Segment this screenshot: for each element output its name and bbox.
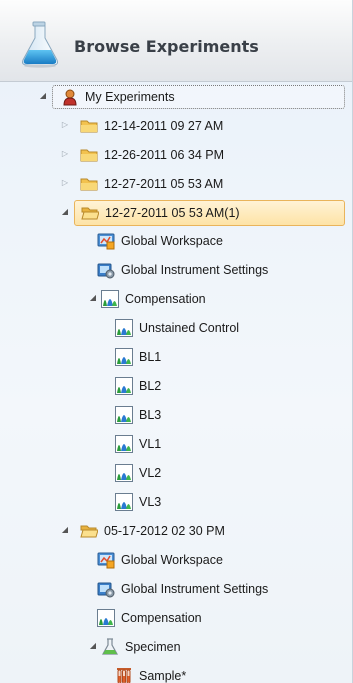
flask-icon [22, 21, 58, 68]
tree-item-vl2[interactable]: VL2 [115, 461, 161, 485]
histogram-icon [115, 406, 133, 424]
histogram-icon [115, 493, 133, 511]
folder-open-icon [80, 525, 98, 538]
tree-item-specimen[interactable]: Specimen [101, 635, 181, 659]
tree-item-unstained-control[interactable]: Unstained Control [115, 316, 239, 340]
histogram-icon [115, 435, 133, 453]
user-icon [63, 89, 77, 106]
tree-item-bl3[interactable]: BL3 [115, 403, 161, 427]
tree-item-vl1[interactable]: VL1 [115, 432, 161, 456]
workspace-icon [97, 233, 115, 250]
tree-item-compensation[interactable]: Compensation [101, 287, 206, 311]
tree-item-label: Specimen [125, 640, 181, 654]
histogram-icon [97, 609, 115, 627]
tree-item-label: 05-17-2012 02 30 PM [104, 524, 225, 538]
histogram-icon [101, 290, 119, 308]
tree-item-compensation[interactable]: Compensation [97, 606, 202, 630]
tree-item-global-workspace[interactable]: Global Workspace [97, 229, 223, 253]
expand-toggle-exp2[interactable]: ▷ [60, 149, 70, 159]
expand-toggle-exp4[interactable]: ◢ [60, 207, 70, 217]
tree-item-label: VL3 [139, 495, 162, 509]
tree-item-label: BL3 [139, 408, 162, 422]
tree-item-global-workspace[interactable]: Global Workspace [97, 548, 223, 572]
tree-item-vl3[interactable]: VL3 [115, 490, 161, 514]
folder-icon [80, 149, 98, 162]
tree-item-label: My Experiments [85, 90, 175, 104]
tree-item-label: VL2 [139, 466, 162, 480]
tree-item-bl2[interactable]: BL2 [115, 374, 161, 398]
histogram-icon [115, 319, 133, 337]
tree-item-label: 12-27-2011 05 53 AM(1) [105, 206, 240, 220]
tree-item-experiment-selected[interactable]: 12-27-2011 05 53 AM(1) [74, 200, 345, 226]
expand-toggle-root[interactable]: ◢ [38, 91, 48, 101]
tree-item-label: BL2 [139, 379, 162, 393]
expand-toggle-exp1[interactable]: ▷ [60, 120, 70, 130]
histogram-icon [115, 348, 133, 366]
tree-item-label: Global Instrument Settings [121, 263, 269, 277]
tree-item-label: BL1 [139, 350, 162, 364]
instrument-settings-icon [97, 263, 115, 279]
tree-item-label: Global Instrument Settings [121, 582, 269, 596]
tree-item-label: 12-26-2011 06 34 PM [104, 148, 224, 162]
tree-item-experiment[interactable]: 05-17-2012 02 30 PM [80, 519, 225, 543]
tree-item-label: Unstained Control [139, 321, 240, 335]
tree-item-label: Sample* [139, 669, 187, 683]
tree-item-global-instrument-settings[interactable]: Global Instrument Settings [97, 577, 268, 601]
page-title: Browse Experiments [74, 37, 259, 56]
tree-item-experiment[interactable]: 12-26-2011 06 34 PM [80, 143, 224, 167]
tree-item-label: Compensation [121, 611, 202, 625]
instrument-settings-icon [97, 582, 115, 598]
tree-item-label: 12-27-2011 05 53 AM [104, 177, 224, 191]
histogram-icon [115, 377, 133, 395]
expand-toggle-specimen[interactable]: ◢ [88, 641, 98, 651]
browse-experiments-panel: Browse Experiments ◢ My Experiments ▷ 12… [0, 0, 353, 683]
test-tubes-icon [117, 668, 131, 683]
tree-item-label: Global Workspace [121, 234, 223, 248]
tree-item-my-experiments[interactable]: My Experiments [52, 85, 345, 109]
histogram-icon [115, 464, 133, 482]
panel-header: Browse Experiments [0, 0, 352, 82]
tree-item-sample[interactable]: Sample* [115, 664, 186, 683]
folder-icon [80, 178, 98, 191]
tree-item-experiment[interactable]: 12-14-2011 09 27 AM [80, 114, 223, 138]
expand-toggle-exp5[interactable]: ◢ [60, 525, 70, 535]
folder-icon [80, 120, 98, 133]
tree-item-bl1[interactable]: BL1 [115, 345, 161, 369]
expand-toggle-compensation[interactable]: ◢ [88, 293, 98, 303]
workspace-icon [97, 552, 115, 569]
folder-open-icon [81, 207, 99, 220]
tree-item-global-instrument-settings[interactable]: Global Instrument Settings [97, 258, 268, 282]
beaker-icon [101, 638, 119, 655]
tree-item-label: 12-14-2011 09 27 AM [104, 119, 224, 133]
tree-item-label: Global Workspace [121, 553, 223, 567]
tree-item-label: Compensation [125, 292, 206, 306]
tree-item-label: VL1 [139, 437, 162, 451]
expand-toggle-exp3[interactable]: ▷ [60, 178, 70, 188]
tree-item-experiment[interactable]: 12-27-2011 05 53 AM [80, 172, 223, 196]
